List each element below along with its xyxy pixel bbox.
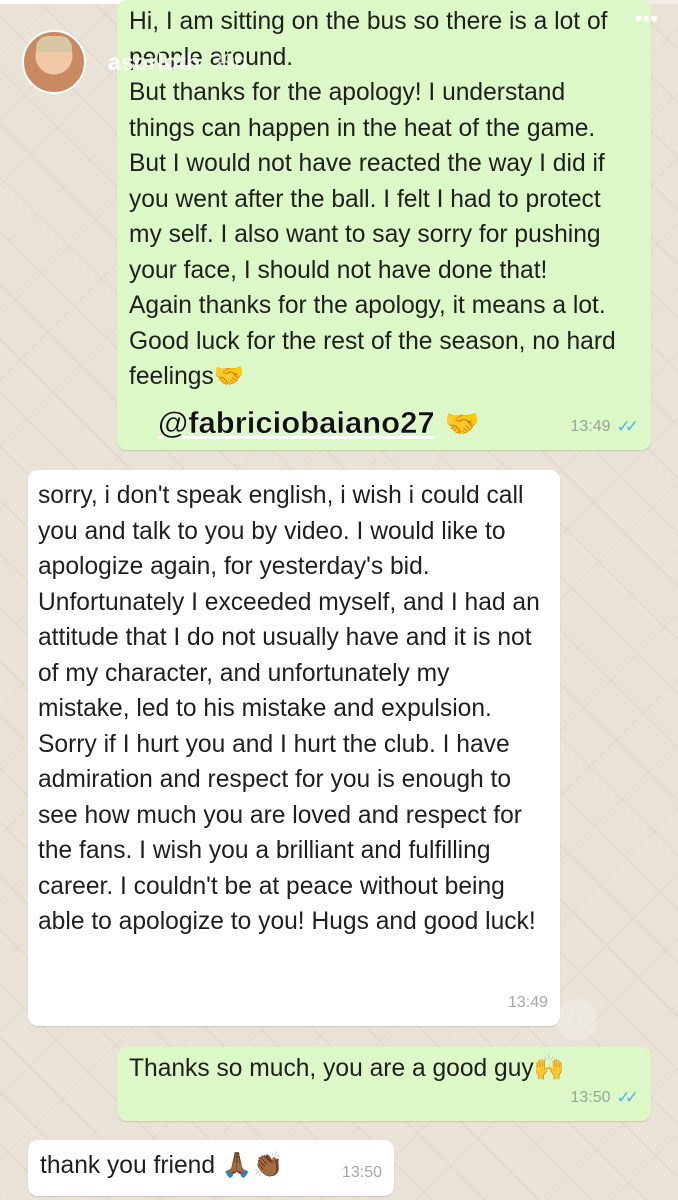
message-time: 13:49 bbox=[507, 993, 548, 1011]
more-options-icon[interactable]: ••• bbox=[635, 6, 658, 32]
handshake-icon: 🤝 bbox=[444, 408, 480, 439]
message-bubble-incoming[interactable]: thank you friend 🙏🏾👏🏾 13:50 bbox=[28, 1140, 394, 1196]
avatar[interactable] bbox=[22, 30, 86, 94]
mention-sticker[interactable]: @fabriciobaiano27 🤝 bbox=[158, 405, 480, 441]
message-meta: 13:49 ✓✓ bbox=[570, 409, 639, 445]
message-text: Thanks so much, you are a good guy🙌 bbox=[129, 1055, 565, 1082]
message-meta: 13:50 bbox=[342, 1155, 382, 1191]
message-bubble-incoming[interactable]: sorry, i don't speak english, i wish i c… bbox=[28, 470, 560, 1026]
message-meta: 13:49 bbox=[508, 985, 548, 1021]
read-receipt-icon: ✓✓ bbox=[616, 1087, 639, 1107]
story-header: asorloth 39d bbox=[22, 30, 247, 94]
story-time: 39d bbox=[210, 49, 248, 74]
story-username[interactable]: asorloth bbox=[108, 49, 200, 76]
message-meta: 13:50 ✓✓ bbox=[570, 1080, 639, 1116]
message-text: thank you friend 🙏🏾👏🏾 bbox=[40, 1152, 284, 1179]
message-text: sorry, i don't speak english, i wish i c… bbox=[38, 482, 540, 935]
message-time: 13:50 bbox=[570, 1088, 611, 1106]
message-time: 13:49 bbox=[570, 417, 611, 435]
message-time: 13:50 bbox=[341, 1163, 382, 1181]
message-bubble-outgoing[interactable]: Thanks so much, you are a good guy🙌 13:5… bbox=[117, 1047, 651, 1121]
read-receipt-icon: ✓✓ bbox=[616, 416, 639, 436]
mention-handle: @fabriciobaiano27 bbox=[158, 405, 435, 440]
